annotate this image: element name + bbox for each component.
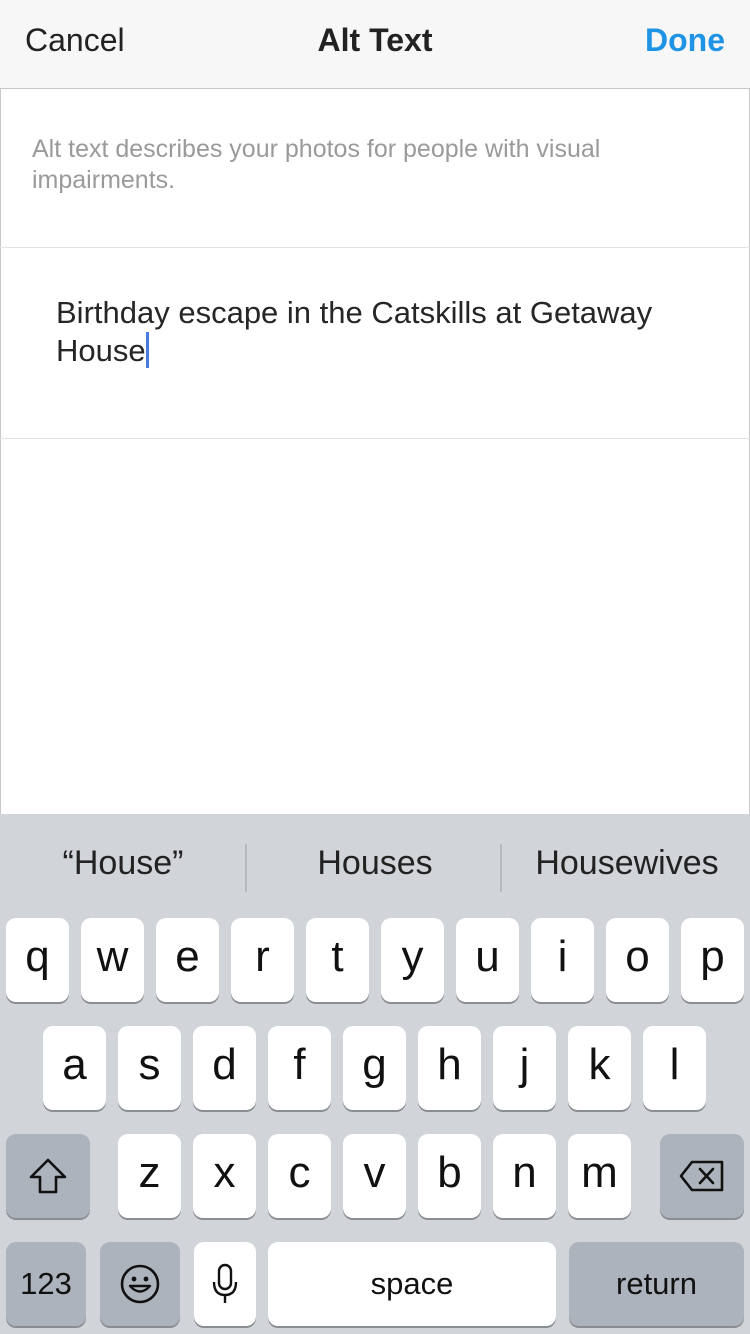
shift-key[interactable] — [6, 1134, 90, 1218]
key[interactable]: f — [268, 1026, 331, 1110]
key[interactable]: s — [118, 1026, 181, 1110]
key[interactable]: v — [343, 1134, 406, 1218]
shift-icon — [28, 1157, 68, 1195]
key[interactable]: c — [268, 1134, 331, 1218]
key[interactable]: o — [606, 918, 669, 1002]
key[interactable]: e — [156, 918, 219, 1002]
key[interactable]: p — [681, 918, 744, 1002]
alt-text-description: Alt text describes your photos for peopl… — [32, 135, 601, 194]
key[interactable]: i — [531, 918, 594, 1002]
suggestion-divider — [245, 844, 247, 892]
key[interactable]: b — [418, 1134, 481, 1218]
key[interactable]: h — [418, 1026, 481, 1110]
suggestion-item[interactable]: “House” — [0, 844, 246, 883]
key[interactable]: a — [43, 1026, 106, 1110]
suggestion-item[interactable]: Houses — [249, 844, 501, 883]
backspace-icon — [678, 1159, 726, 1193]
emoji-icon — [119, 1263, 161, 1305]
key[interactable]: x — [193, 1134, 256, 1218]
key[interactable]: w — [81, 918, 144, 1002]
predictive-bar: “House” Houses Housewives — [0, 814, 750, 918]
key[interactable]: q — [6, 918, 69, 1002]
key[interactable]: r — [231, 918, 294, 1002]
microphone-icon — [211, 1263, 239, 1305]
key[interactable]: j — [493, 1026, 556, 1110]
divider — [0, 247, 750, 248]
text-cursor — [145, 332, 149, 368]
done-button[interactable]: Done — [645, 22, 725, 59]
backspace-key[interactable] — [660, 1134, 744, 1218]
key[interactable]: t — [306, 918, 369, 1002]
dictation-key[interactable] — [194, 1242, 256, 1326]
navigation-bar: Cancel Alt Text Done — [0, 0, 750, 89]
key[interactable]: d — [193, 1026, 256, 1110]
divider — [0, 438, 750, 439]
key[interactable]: k — [568, 1026, 631, 1110]
suggestion-divider — [500, 844, 502, 892]
key[interactable]: g — [343, 1026, 406, 1110]
key[interactable]: n — [493, 1134, 556, 1218]
return-key[interactable]: return — [569, 1242, 744, 1326]
key[interactable]: y — [381, 918, 444, 1002]
cancel-button[interactable]: Cancel — [25, 22, 125, 59]
key[interactable]: u — [456, 918, 519, 1002]
emoji-key[interactable] — [100, 1242, 180, 1326]
space-key[interactable]: space — [268, 1242, 556, 1326]
keyboard: “House” Houses Housewives q w e r t y u … — [0, 814, 750, 1334]
key[interactable]: l — [643, 1026, 706, 1110]
alt-text-input[interactable]: Birthday escape in the Catskills at Geta… — [56, 294, 716, 370]
suggestion-item[interactable]: Housewives — [504, 844, 750, 883]
numbers-key[interactable]: 123 — [6, 1242, 86, 1326]
key[interactable]: z — [118, 1134, 181, 1218]
key[interactable]: m — [568, 1134, 631, 1218]
